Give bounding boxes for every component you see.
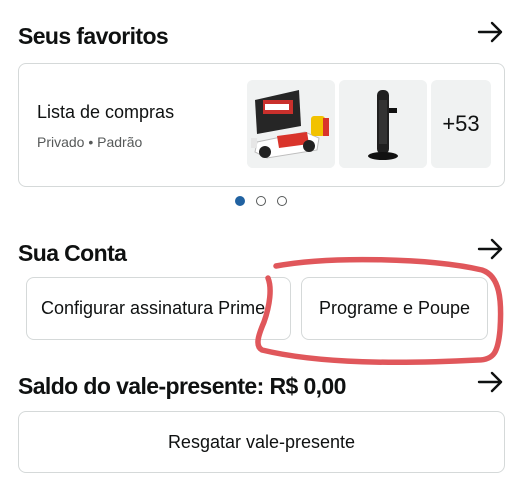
pagination-dot[interactable] (256, 196, 266, 206)
subscribe-save-button[interactable]: Programe e Poupe (301, 277, 488, 340)
lego-race-car-image (247, 80, 335, 168)
arrow-right-icon[interactable] (477, 370, 505, 394)
arrow-right-icon[interactable] (477, 237, 505, 261)
carousel-pagination (235, 196, 287, 206)
list-name: Lista de compras (37, 102, 175, 122)
list-privacy-label: Privado • Padrão (37, 134, 143, 150)
more-items-tile[interactable]: +53 (431, 80, 491, 168)
shopping-list-card[interactable]: Lista de compras Privado • Padrão +53 (18, 63, 505, 187)
pagination-dot[interactable] (277, 196, 287, 206)
arrow-right-icon[interactable] (477, 20, 505, 44)
gift-card-balance-title: Saldo do vale-presente: R$ 0,00 (18, 373, 346, 399)
redeem-gift-card-label: Resgatar vale-presente (167, 431, 356, 452)
configure-prime-label: Configurar assinatura Prime (41, 298, 266, 318)
subscribe-save-label: Programe e Poupe (318, 298, 471, 318)
redeem-gift-card-button[interactable]: Resgatar vale-presente (18, 411, 505, 473)
product-thumbnail-lego[interactable] (247, 80, 335, 168)
pagination-dot-active[interactable] (235, 196, 245, 206)
tower-fan-image (339, 80, 427, 168)
configure-prime-button[interactable]: Configurar assinatura Prime (26, 277, 291, 340)
favorites-title: Seus favoritos (18, 23, 169, 49)
more-items-count: +53 (442, 111, 480, 136)
product-thumbnail-tower-fan[interactable] (339, 80, 427, 168)
account-title: Sua Conta (18, 240, 127, 266)
